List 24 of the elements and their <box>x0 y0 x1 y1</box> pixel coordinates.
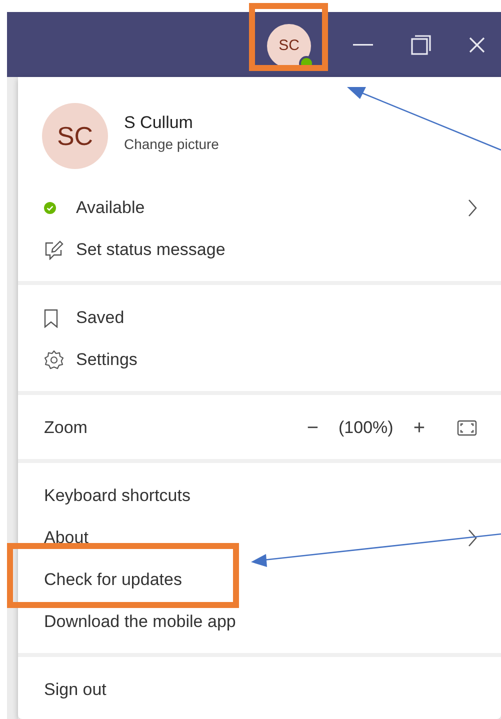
avatar: SC <box>42 103 108 169</box>
zoom-value: (100%) <box>338 418 394 438</box>
maximize-icon[interactable] <box>411 34 431 54</box>
menu-item[interactable]: Saved <box>18 297 501 339</box>
menu-item[interactable]: Available <box>18 187 501 229</box>
zoom-out-button[interactable]: − <box>302 416 322 440</box>
close-icon[interactable] <box>469 36 485 52</box>
fullscreen-icon[interactable] <box>457 420 477 436</box>
user-name: S Cullum <box>124 112 194 132</box>
change-picture-link[interactable]: Change picture <box>124 136 219 152</box>
menu-item[interactable]: Keyboard shortcuts <box>18 475 501 517</box>
menu-item[interactable]: Sign out <box>18 669 501 711</box>
edit-icon <box>44 240 64 260</box>
zoom-label: Zoom <box>44 418 88 438</box>
minimize-icon[interactable] <box>353 44 373 46</box>
menu-item[interactable]: Set status message <box>18 229 501 271</box>
menu-item[interactable]: Check for updates <box>18 559 501 601</box>
avatar-button[interactable]: SC <box>267 24 311 68</box>
zoom-in-button[interactable]: + <box>409 416 429 440</box>
menu-item[interactable]: About <box>18 517 501 559</box>
menu-item[interactable]: Download the mobile app <box>18 601 501 643</box>
bookmark-icon <box>44 308 58 328</box>
menu-item[interactable]: Settings <box>18 339 501 381</box>
settings-icon <box>44 350 64 370</box>
